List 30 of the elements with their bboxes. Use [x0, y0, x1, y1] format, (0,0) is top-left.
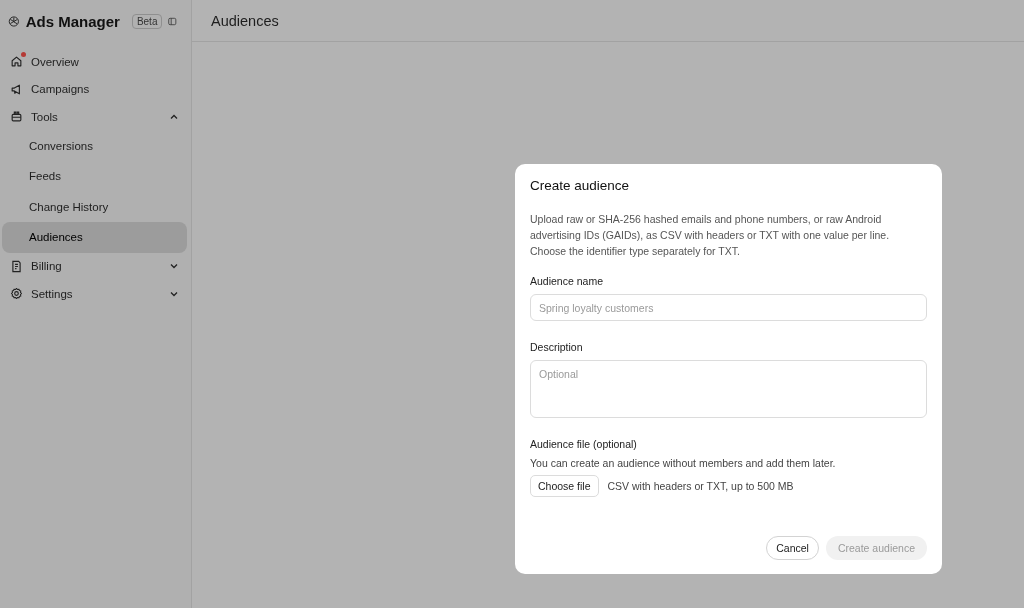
- home-icon: [10, 55, 23, 69]
- cancel-button[interactable]: Cancel: [766, 536, 819, 560]
- nav-item[interactable]: Billing: [2, 252, 187, 280]
- nav-subitem[interactable]: Conversions: [2, 130, 187, 161]
- nav-item[interactable]: Campaigns: [2, 75, 187, 103]
- dialog-title: Create audience: [530, 178, 631, 193]
- receipt-icon: [10, 259, 23, 273]
- description-input[interactable]: Optional: [530, 360, 927, 418]
- field-label: Audience file (optional): [530, 438, 638, 450]
- app-name: Ads Manager: [25, 12, 120, 30]
- audience-name-input[interactable]: Spring loyalty customers: [530, 294, 927, 321]
- beta-badge: Beta: [131, 13, 163, 29]
- nav-item[interactable]: Tools: [2, 103, 187, 131]
- megaphone-icon: [10, 82, 23, 96]
- dialog-description: Upload raw or SHA-256 hashed emails and phone numbers, or raw Android advertising IDs (GAIDs), as CSV with headers or TXT with one value per line. Choose the identifier type separately for TXT.: [530, 212, 891, 259]
- nav-item[interactable]: Overview: [2, 48, 187, 76]
- file-hint: CSV with headers or TXT, up to 500 MB: [607, 480, 794, 492]
- field-label: Description: [530, 341, 584, 353]
- choose-file-button[interactable]: Choose file: [530, 475, 599, 497]
- nav-subitem[interactable]: Feeds: [2, 161, 187, 192]
- settings-icon: [10, 287, 23, 301]
- help-text: You can create an audience without members and add them later.: [530, 457, 837, 469]
- nav-item[interactable]: Settings: [2, 280, 187, 308]
- toolbox-icon: [10, 110, 23, 124]
- nav-subitem[interactable]: Audiences: [2, 222, 187, 253]
- page-title: Audiences: [211, 12, 279, 29]
- sidebar-toggle-icon[interactable]: [168, 15, 177, 27]
- logo-icon: [8, 13, 20, 29]
- field-label: Audience name: [530, 275, 604, 287]
- nav-subitem[interactable]: Change History: [2, 191, 187, 222]
